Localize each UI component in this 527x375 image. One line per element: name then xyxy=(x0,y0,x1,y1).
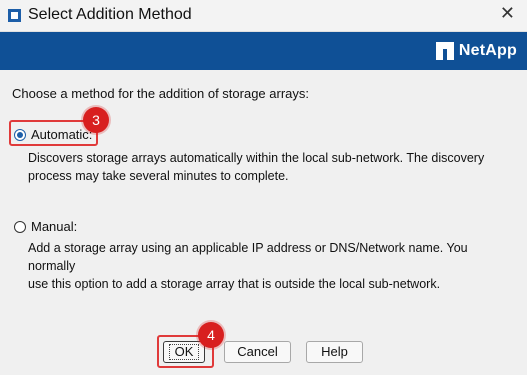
close-icon[interactable]: ✕ xyxy=(500,3,515,24)
window-title: Select Addition Method xyxy=(28,6,192,23)
netapp-logo: NetApp xyxy=(435,41,517,61)
manual-label[interactable]: Manual: xyxy=(31,219,77,234)
automatic-description-line: Discovers storage arrays automatically w… xyxy=(28,151,485,165)
method-prompt: Choose a method for the addition of stor… xyxy=(12,86,310,101)
manual-radio[interactable] xyxy=(14,220,26,233)
netapp-logo-icon xyxy=(435,42,454,60)
manual-description-line: Add a storage array using an applicable … xyxy=(28,241,468,273)
automatic-description-line: process may take several minutes to comp… xyxy=(28,169,289,183)
automatic-description: Discovers storage arrays automatically w… xyxy=(28,149,508,185)
step-3-badge: 3 xyxy=(83,107,109,133)
manual-description: Add a storage array using an applicable … xyxy=(28,239,508,293)
manual-description-line: use this option to add a storage array t… xyxy=(28,277,441,291)
help-button[interactable]: Help xyxy=(306,341,363,363)
netapp-logo-text: NetApp xyxy=(458,42,517,59)
dialog-content: Choose a method for the addition of stor… xyxy=(0,70,527,375)
title-bar: Select Addition Method ✕ xyxy=(0,0,527,32)
netapp-banner: NetApp xyxy=(0,32,527,70)
manual-option[interactable]: Manual: xyxy=(14,219,77,234)
app-icon xyxy=(8,9,21,22)
cancel-button[interactable]: Cancel xyxy=(224,341,291,363)
step-4-badge: 4 xyxy=(198,322,224,348)
